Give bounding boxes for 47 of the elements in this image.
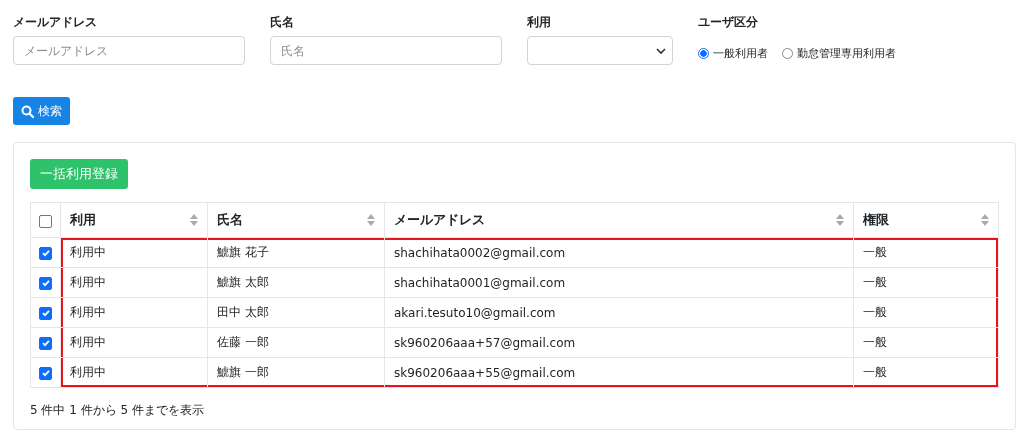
table-cell: 利用中 (60, 327, 208, 358)
table-cell: 鯱旗 一郎 (207, 357, 385, 388)
field-label: 利用 (527, 14, 552, 31)
sort-icon (367, 214, 375, 226)
table-cell: 利用中 (60, 357, 208, 388)
row-checkbox[interactable] (39, 336, 52, 350)
column-header[interactable]: 利用 (60, 202, 208, 238)
table-cell: 一般 (853, 237, 999, 268)
column-header[interactable]: 氏名 (207, 202, 385, 238)
table-cell: sk960206aaa+55@gmail.com (384, 357, 854, 388)
radio-label: 一般利用者 (713, 46, 768, 61)
table-cell: 一般 (853, 267, 999, 298)
search-icon (21, 104, 34, 118)
row-checkbox[interactable] (39, 276, 52, 290)
table-cell: sk960206aaa+57@gmail.com (384, 327, 854, 358)
table-cell: 一般 (853, 327, 999, 358)
pagination-info: 5 件中 1 件から 5 件までを表示 (30, 402, 205, 419)
sort-icon (981, 214, 989, 226)
sort-icon (836, 214, 844, 226)
select-all-checkbox[interactable] (39, 214, 52, 228)
table-cell: 一般 (853, 297, 999, 328)
row-checkbox[interactable] (39, 246, 52, 260)
field-label: メールアドレス (13, 14, 98, 31)
table-cell: 利用中 (60, 297, 208, 328)
table-cell: shachihata0001@gmail.com (384, 267, 854, 298)
sort-icon (190, 214, 198, 226)
row-checkbox[interactable] (39, 366, 52, 380)
column-header[interactable]: メールアドレス (384, 202, 854, 238)
chevron-down-icon (656, 48, 666, 55)
email-field[interactable]: メールアドレス (13, 36, 245, 65)
table-cell: 利用中 (60, 267, 208, 298)
row-checkbox[interactable] (39, 306, 52, 320)
table-cell: 利用中 (60, 237, 208, 268)
table-cell: shachihata0002@gmail.com (384, 237, 854, 268)
name-field[interactable]: 氏名 (270, 36, 502, 65)
field-label: 氏名 (270, 14, 295, 31)
table-cell: 鯱旗 花子 (207, 237, 385, 268)
column-header[interactable]: 権限 (853, 202, 999, 238)
table-cell: 田中 太郎 (207, 297, 385, 328)
field-label: ユーザ区分 (698, 14, 759, 31)
table-cell: 佐藤 一郎 (207, 327, 385, 358)
table-cell: akari.tesuto10@gmail.com (384, 297, 854, 328)
radio-button[interactable] (698, 48, 709, 59)
radio-option[interactable]: 一般利用者 (698, 46, 768, 61)
table-cell: 一般 (853, 357, 999, 388)
search-button[interactable]: 検索 (13, 97, 70, 125)
table-cell: 鯱旗 太郎 (207, 267, 385, 298)
